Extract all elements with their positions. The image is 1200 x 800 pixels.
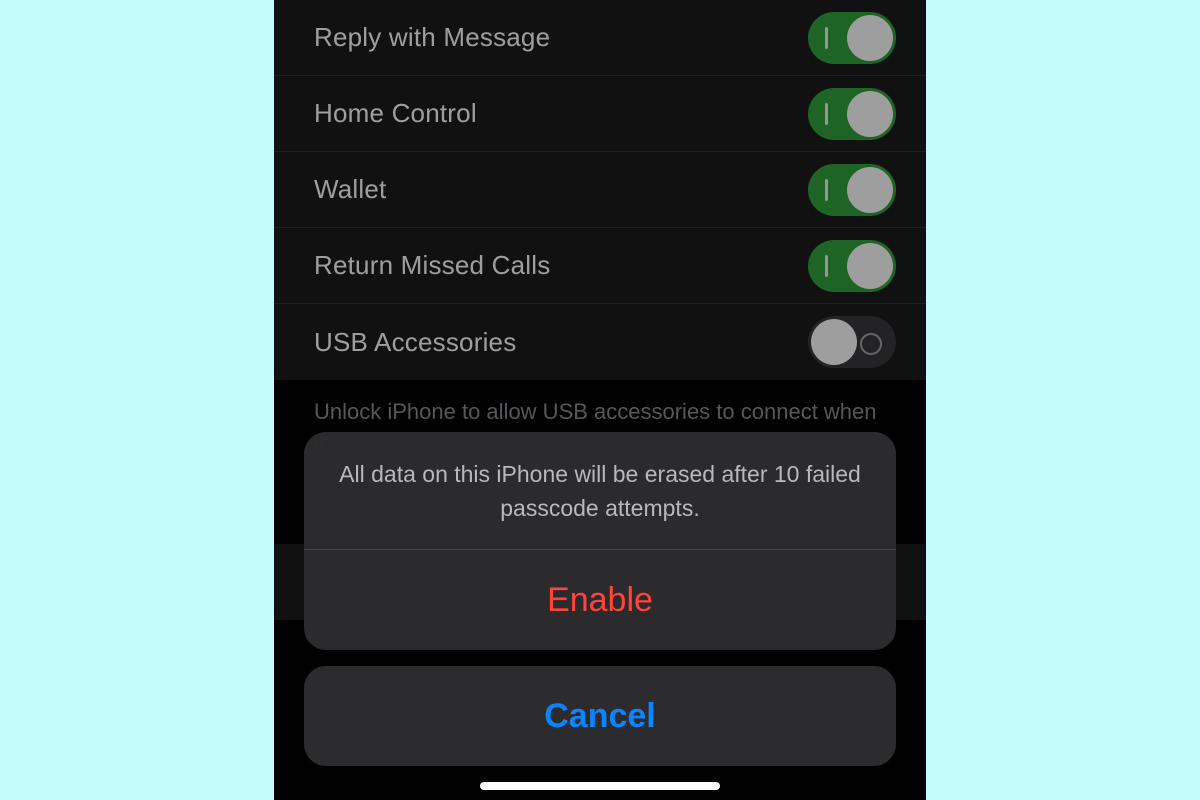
action-sheet-panel: All data on this iPhone will be erased a… [304, 432, 896, 650]
action-sheet-message: All data on this iPhone will be erased a… [304, 432, 896, 550]
row-label: Home Control [314, 98, 477, 129]
cancel-panel: Cancel [304, 666, 896, 766]
home-indicator[interactable] [480, 782, 720, 790]
row-reply-with-message[interactable]: Reply with Message [274, 0, 926, 76]
phone-screen: Reply with Message Home Control Wallet R… [274, 0, 926, 800]
toggle-knob [847, 167, 893, 213]
toggle-reply-with-message[interactable] [808, 12, 896, 64]
row-home-control[interactable]: Home Control [274, 76, 926, 152]
toggle-knob [847, 91, 893, 137]
toggle-knob [847, 243, 893, 289]
toggle-usb-accessories[interactable] [808, 316, 896, 368]
toggle-knob [811, 319, 857, 365]
toggle-return-missed-calls[interactable] [808, 240, 896, 292]
toggle-home-control[interactable] [808, 88, 896, 140]
row-wallet[interactable]: Wallet [274, 152, 926, 228]
row-return-missed-calls[interactable]: Return Missed Calls [274, 228, 926, 304]
toggle-knob [847, 15, 893, 61]
enable-button[interactable]: Enable [304, 550, 896, 650]
row-label: Reply with Message [314, 22, 550, 53]
row-label: Wallet [314, 174, 386, 205]
action-sheet: All data on this iPhone will be erased a… [304, 432, 896, 766]
row-label: Return Missed Calls [314, 250, 550, 281]
settings-list: Reply with Message Home Control Wallet R… [274, 0, 926, 380]
row-label: USB Accessories [314, 327, 516, 358]
cancel-button[interactable]: Cancel [304, 666, 896, 766]
row-usb-accessories[interactable]: USB Accessories [274, 304, 926, 380]
toggle-wallet[interactable] [808, 164, 896, 216]
